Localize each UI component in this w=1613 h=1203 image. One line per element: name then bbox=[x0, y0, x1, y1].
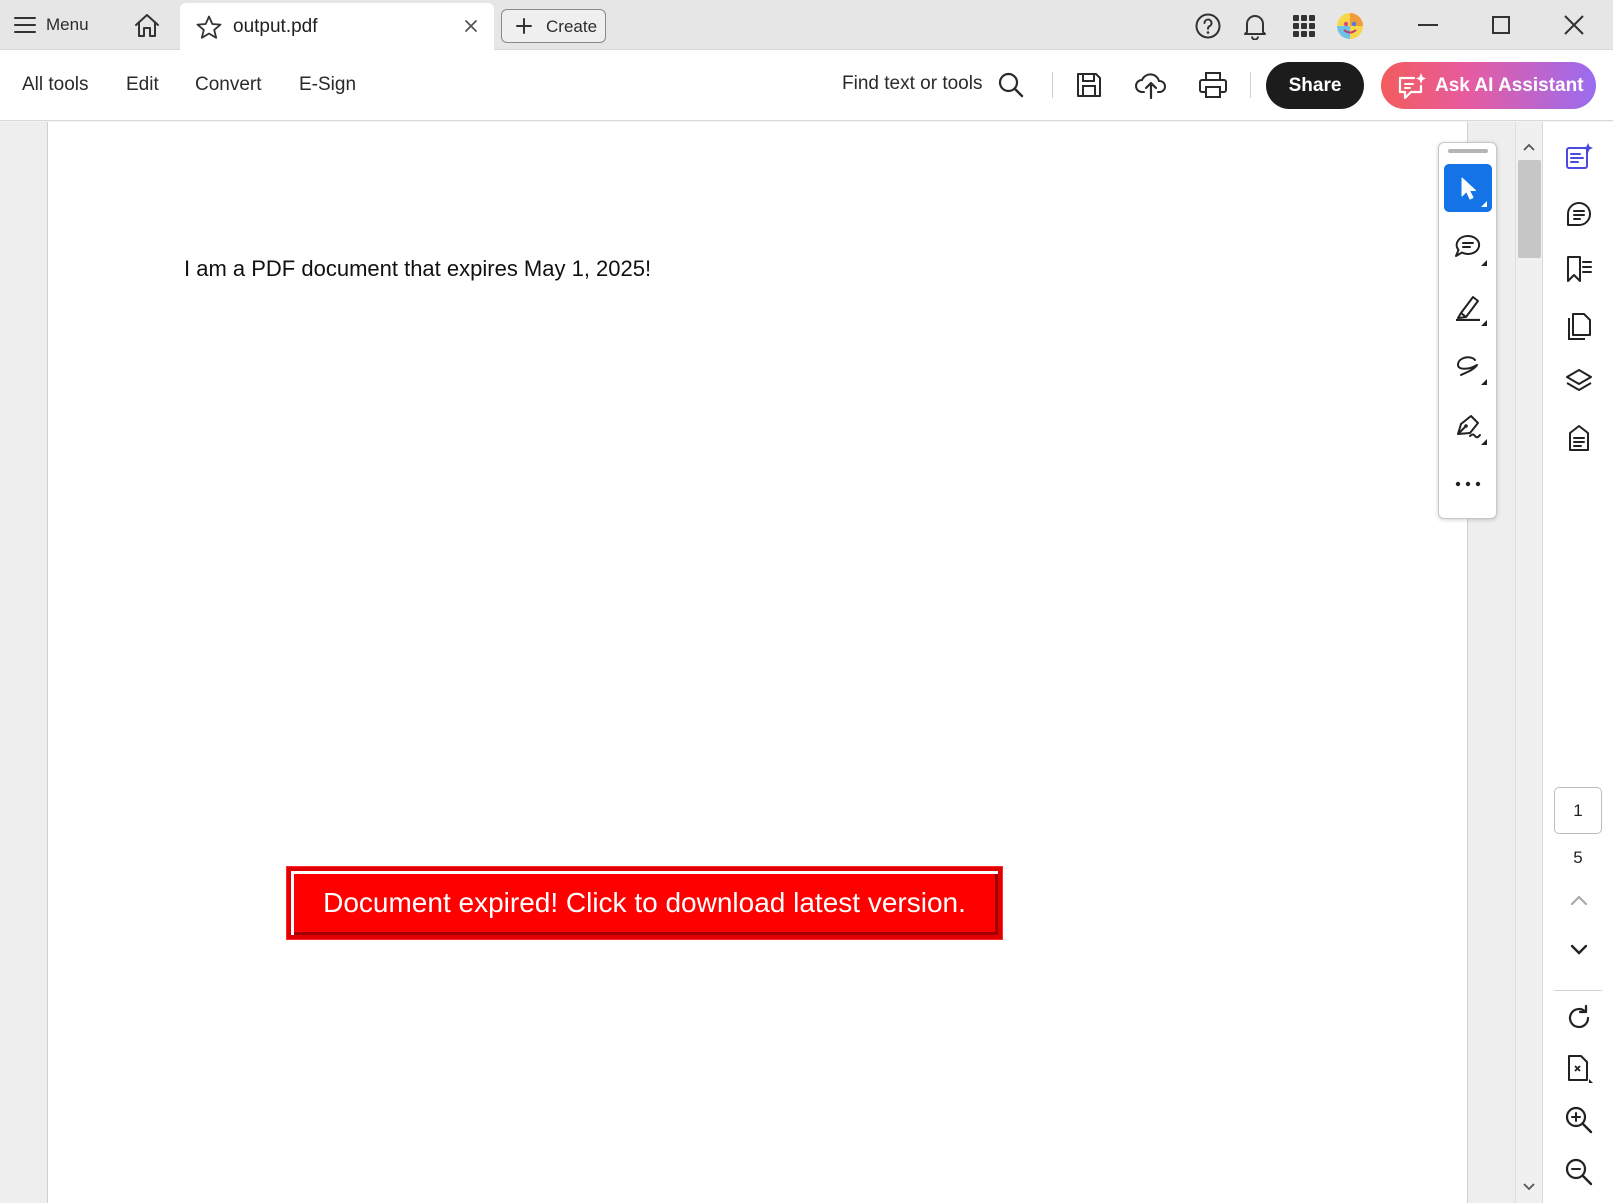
pages-icon[interactable] bbox=[1562, 309, 1596, 343]
create-label: Create bbox=[546, 17, 598, 36]
zoom-in-icon[interactable] bbox=[1562, 1103, 1596, 1137]
title-tab-bar: Menu output.pdf Create bbox=[0, 0, 1613, 50]
ai-button-label: Ask AI Assistant bbox=[1435, 75, 1584, 96]
extract-page-icon[interactable] bbox=[1562, 1052, 1596, 1086]
menu-button[interactable]: Menu bbox=[14, 10, 89, 40]
share-button[interactable]: Share bbox=[1266, 62, 1364, 109]
tab-title: output.pdf bbox=[233, 16, 318, 37]
layers-icon[interactable] bbox=[1562, 365, 1596, 399]
attachments-icon[interactable] bbox=[1562, 421, 1596, 455]
chevron-down-icon[interactable] bbox=[1562, 933, 1596, 967]
menu-label: Menu bbox=[46, 15, 89, 34]
minimize-button[interactable] bbox=[1405, 8, 1451, 42]
ask-ai-assistant-button[interactable]: Ask AI Assistant bbox=[1381, 62, 1596, 109]
close-icon[interactable] bbox=[460, 15, 482, 37]
help-icon[interactable] bbox=[1193, 11, 1223, 41]
ai-panel-icon[interactable] bbox=[1562, 140, 1596, 174]
comment-tool-button[interactable] bbox=[1444, 223, 1492, 271]
maximize-icon bbox=[1492, 16, 1510, 34]
more-tools-button[interactable] bbox=[1444, 460, 1492, 508]
toolbar-divider bbox=[1250, 72, 1251, 98]
star-icon[interactable] bbox=[196, 15, 222, 44]
document-body-text: I am a PDF document that expires May 1, … bbox=[184, 256, 652, 281]
tool-options-caret bbox=[1481, 201, 1487, 207]
print-icon[interactable] bbox=[1197, 69, 1229, 101]
nav-all-tools[interactable]: All tools bbox=[22, 74, 89, 96]
avatar-icon[interactable] bbox=[1335, 11, 1365, 41]
draw-tool-button[interactable] bbox=[1444, 342, 1492, 390]
chevron-up-icon[interactable] bbox=[1562, 883, 1596, 917]
sign-tool-button[interactable] bbox=[1444, 402, 1492, 450]
select-tool-button[interactable] bbox=[1444, 164, 1492, 212]
total-pages: 5 bbox=[1573, 848, 1583, 867]
minimize-icon bbox=[1418, 24, 1438, 26]
ai-sparkle-icon bbox=[1398, 73, 1426, 100]
zoom-out-icon[interactable] bbox=[1562, 1155, 1596, 1189]
rotate-icon[interactable] bbox=[1562, 1001, 1596, 1035]
toolbar-divider bbox=[1052, 72, 1053, 98]
scroll-up-arrow[interactable] bbox=[1522, 142, 1536, 152]
quick-tools-panel bbox=[1438, 142, 1497, 519]
more-icon bbox=[1455, 481, 1481, 487]
current-page-input[interactable]: 1 bbox=[1554, 787, 1602, 834]
create-button[interactable]: Create bbox=[501, 9, 606, 43]
cloud-upload-icon[interactable] bbox=[1135, 69, 1167, 101]
scrollbar-thumb[interactable] bbox=[1518, 160, 1541, 258]
apps-grid-icon[interactable] bbox=[1289, 11, 1319, 41]
scroll-down-arrow[interactable] bbox=[1522, 1182, 1536, 1192]
comments-panel-icon[interactable] bbox=[1562, 197, 1596, 231]
nav-e-sign[interactable]: E-Sign bbox=[299, 74, 356, 96]
home-button[interactable] bbox=[131, 10, 163, 40]
bell-icon[interactable] bbox=[1240, 11, 1270, 41]
nav-convert[interactable]: Convert bbox=[195, 74, 262, 96]
rail-divider bbox=[1554, 990, 1602, 991]
select-cursor-icon bbox=[1461, 177, 1476, 200]
menu-icon bbox=[14, 17, 36, 33]
vertical-scrollbar[interactable] bbox=[1515, 122, 1542, 1203]
find-text-or-tools[interactable]: Find text or tools bbox=[842, 73, 982, 95]
tool-options-caret bbox=[1481, 379, 1487, 385]
highlight-tool-button[interactable] bbox=[1444, 283, 1492, 331]
window-close-icon bbox=[1564, 15, 1584, 35]
bookmarks-icon[interactable] bbox=[1562, 252, 1596, 286]
main-toolbar: All tools Edit Convert E-Sign Find text … bbox=[0, 50, 1613, 121]
sign-pen-icon bbox=[1457, 415, 1481, 439]
comment-icon bbox=[1455, 234, 1481, 257]
search-icon[interactable] bbox=[997, 71, 1025, 104]
document-viewport[interactable]: I am a PDF document that expires May 1, … bbox=[0, 122, 1515, 1203]
download-latest-version-button[interactable]: Document expired! Click to download late… bbox=[286, 866, 1003, 940]
home-icon bbox=[135, 14, 159, 37]
lasso-draw-icon bbox=[1456, 356, 1478, 376]
plus-icon bbox=[516, 18, 532, 34]
document-tab[interactable]: output.pdf bbox=[180, 3, 494, 50]
maximize-button[interactable] bbox=[1478, 8, 1524, 42]
drag-handle[interactable] bbox=[1448, 149, 1488, 153]
pdf-page[interactable]: I am a PDF document that expires May 1, … bbox=[47, 122, 1468, 1203]
right-rail: 1 5 bbox=[1542, 122, 1613, 1203]
tool-options-caret bbox=[1481, 439, 1487, 445]
highlight-pen-icon bbox=[1456, 296, 1480, 321]
nav-edit[interactable]: Edit bbox=[126, 74, 159, 96]
window-close-button[interactable] bbox=[1551, 8, 1597, 42]
tool-options-caret bbox=[1481, 320, 1487, 326]
tool-options-caret bbox=[1481, 260, 1487, 266]
save-icon[interactable] bbox=[1073, 69, 1105, 101]
